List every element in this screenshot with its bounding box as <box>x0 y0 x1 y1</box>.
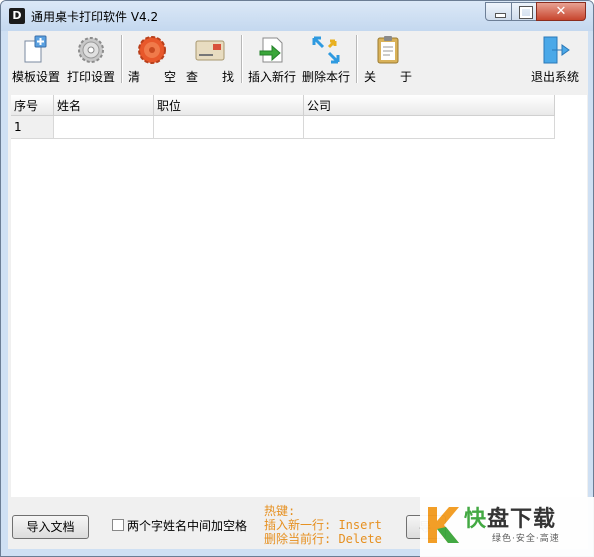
about-label: 关 于 <box>363 70 412 84</box>
delete-row-label: 删除本行 <box>301 70 350 84</box>
client-area: 模板设置 打印设置 清 空 查 找 插入新行 删除本行 关 于 退出系统 序号 … <box>8 31 588 549</box>
find-button[interactable]: 查 找 <box>182 35 238 85</box>
app-icon: D <box>9 8 25 24</box>
title-bar[interactable]: D 通用桌卡打印软件 V4.2 ✕ <box>1 1 593 31</box>
cell-company[interactable] <box>303 115 555 139</box>
column-header-name[interactable]: 姓名 <box>53 95 154 116</box>
find-card-icon <box>195 40 225 61</box>
insert-row-button[interactable]: 插入新行 <box>246 35 298 85</box>
print-settings-label: 打印设置 <box>66 70 115 84</box>
app-window: D 通用桌卡打印软件 V4.2 ✕ 模板设置 打印设置 清 空 查 找 插入新行… <box>0 0 594 557</box>
cell-index[interactable]: 1 <box>11 115 54 139</box>
hotkey-delete-text: 删除当前行: Delete <box>264 532 382 546</box>
toolbar: 模板设置 打印设置 清 空 查 找 插入新行 删除本行 关 于 退出系统 <box>8 31 588 89</box>
brand-name: 快盘下载 <box>464 507 557 532</box>
print-settings-button[interactable]: 打印设置 <box>65 35 117 85</box>
template-settings-button[interactable]: 模板设置 <box>10 35 62 85</box>
template-settings-icon <box>24 35 47 63</box>
exit-icon <box>543 36 570 64</box>
brand-k-icon <box>428 507 459 543</box>
column-header-company[interactable]: 公司 <box>303 95 555 116</box>
minimize-icon <box>495 13 506 18</box>
data-grid-area[interactable]: 序号 姓名 职位 公司 1 <box>11 95 587 497</box>
delete-row-icon <box>312 36 340 64</box>
delete-row-button[interactable]: 删除本行 <box>300 35 352 85</box>
table-row[interactable]: 1 <box>11 115 555 139</box>
data-grid[interactable]: 序号 姓名 职位 公司 1 <box>11 95 555 139</box>
clear-icon <box>138 36 166 64</box>
column-header-index[interactable]: 序号 <box>11 95 54 116</box>
exit-button[interactable]: 退出系统 <box>528 35 582 85</box>
window-title: 通用桌卡打印软件 V4.2 <box>31 10 159 24</box>
toolbar-separator <box>241 35 243 83</box>
template-settings-label: 模板设置 <box>11 70 60 84</box>
minimize-button[interactable] <box>485 2 512 21</box>
insert-row-icon <box>259 37 283 63</box>
gear-icon <box>78 37 104 63</box>
about-button[interactable]: 关 于 <box>362 35 414 85</box>
watermark-logo: 快盘下载 绿色·安全·高速 <box>420 497 594 557</box>
cell-name[interactable] <box>53 115 154 139</box>
clear-button[interactable]: 清 空 <box>127 35 177 85</box>
find-label: 查 找 <box>185 70 234 84</box>
cell-position[interactable] <box>153 115 304 139</box>
space-in-name-checkbox[interactable] <box>112 519 124 531</box>
close-icon: ✕ <box>555 4 567 19</box>
toolbar-separator <box>121 35 123 83</box>
column-header-position[interactable]: 职位 <box>153 95 304 116</box>
insert-row-label: 插入新行 <box>247 70 296 84</box>
clipboard-icon <box>377 36 399 64</box>
space-in-name-label: 两个字姓名中间加空格 <box>127 519 248 533</box>
toolbar-separator <box>356 35 358 83</box>
maximize-button[interactable] <box>511 2 537 21</box>
exit-label: 退出系统 <box>530 70 579 84</box>
close-button[interactable]: ✕ <box>536 2 586 21</box>
hotkeys-title: 热键: <box>264 504 296 518</box>
import-document-button[interactable]: 导入文档 <box>12 515 89 539</box>
hotkey-insert-text: 插入新一行: Insert <box>264 518 382 532</box>
clear-label: 清 空 <box>127 70 176 84</box>
maximize-icon <box>519 6 533 19</box>
brand-tagline: 绿色·安全·高速 <box>492 534 560 544</box>
